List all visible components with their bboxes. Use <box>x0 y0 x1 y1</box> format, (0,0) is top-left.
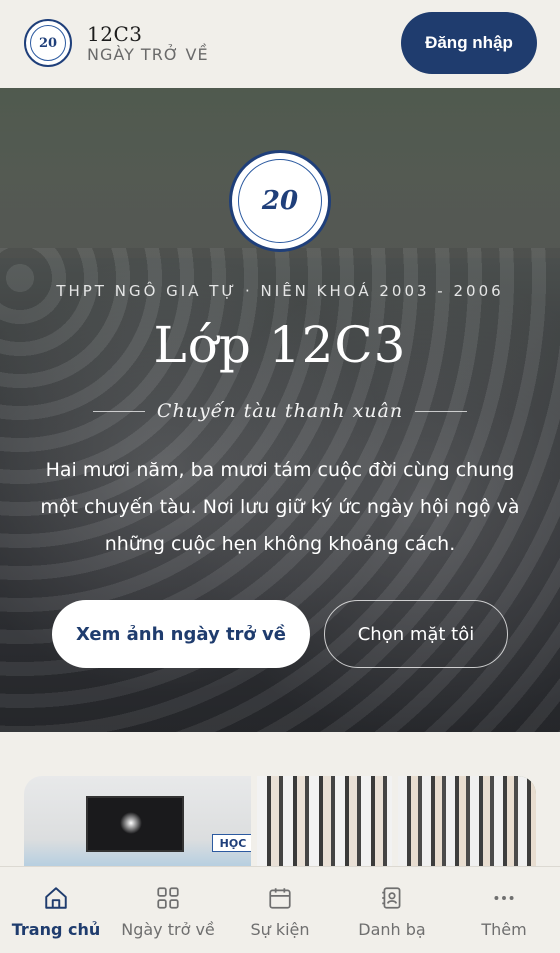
brand-title: 12C3 <box>87 22 143 46</box>
gallery-photo[interactable] <box>397 776 536 866</box>
nav-item-events[interactable]: Sự kiện <box>224 867 336 953</box>
calendar-icon <box>267 882 293 914</box>
description-line: một chuyến tàu. Nơi lưu giữ ký ức ngày h… <box>40 496 520 518</box>
tagline-row: Chuyến tàu thanh xuân <box>0 400 560 422</box>
contacts-icon <box>379 882 405 914</box>
classroom-sign: HỌC <box>212 834 252 852</box>
nav-label: Sự kiện <box>250 919 310 939</box>
brand-subtitle: NGÀY TRỞ VỀ <box>87 45 209 64</box>
nav-item-return-day[interactable]: Ngày trở về <box>112 867 224 953</box>
nav-item-home[interactable]: Trang chủ <box>0 867 112 953</box>
hero-section: 20 THPT NGÔ GIA TỰ · NIÊN KHOÁ 2003 - 20… <box>0 88 560 732</box>
photo-gallery: HỌC <box>24 776 536 866</box>
reunion-logo[interactable]: 20 <box>24 19 72 67</box>
choose-face-button[interactable]: Chọn mặt tôi <box>324 600 508 668</box>
logo-emblem: 20 <box>30 25 66 61</box>
divider-right <box>415 410 468 412</box>
gallery-photo[interactable] <box>257 776 392 866</box>
divider-left <box>92 410 145 412</box>
screen-glare <box>120 812 142 834</box>
page-title: Lớp 12C3 <box>153 316 407 374</box>
description-line: những cuộc hẹn không khoảng cách. <box>104 533 456 555</box>
school-name: THPT NGÔ GIA TỰ · NIÊN KHOÁ 2003 - 2006 <box>56 282 504 300</box>
nav-label: Danh bạ <box>358 919 426 939</box>
nav-label: Trang chủ <box>11 919 101 939</box>
bottom-navigation: Trang chủ Ngày trở về Sự kiện Danh bạ Th… <box>0 866 560 953</box>
home-icon <box>43 882 69 914</box>
gallery-photo[interactable]: HỌC <box>24 776 252 866</box>
nav-label: Thêm <box>481 919 527 939</box>
badge-number: 20 <box>261 186 299 216</box>
more-icon <box>491 882 517 914</box>
anniversary-badge: 20 <box>229 150 331 252</box>
login-button[interactable]: Đăng nhập <box>401 12 537 74</box>
nav-label: Ngày trở về <box>121 919 215 939</box>
description-line: Hai mươi năm, ba mươi tám cuộc đời cùng … <box>45 459 515 481</box>
hero-description: Hai mươi năm, ba mươi tám cuộc đời cùng … <box>20 452 540 563</box>
nav-item-more[interactable]: Thêm <box>448 867 560 953</box>
nav-item-contacts[interactable]: Danh bạ <box>336 867 448 953</box>
grid-icon <box>155 882 181 914</box>
tagline: Chuyến tàu thanh xuân <box>156 400 404 422</box>
app-header: 20 12C3 NGÀY TRỞ VỀ Đăng nhập <box>0 0 560 88</box>
view-photos-button[interactable]: Xem ảnh ngày trở về <box>52 600 310 668</box>
